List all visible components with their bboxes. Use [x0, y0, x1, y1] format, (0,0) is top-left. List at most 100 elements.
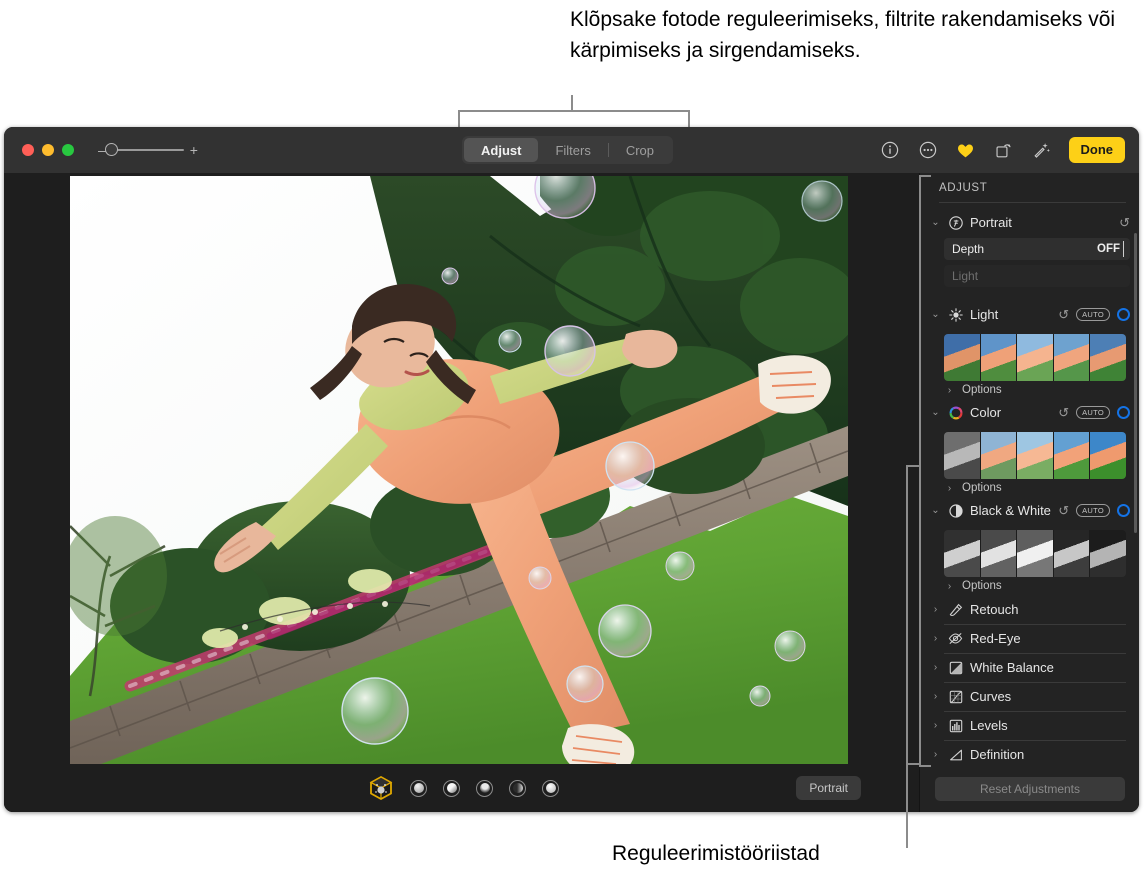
info-icon[interactable] [879, 139, 901, 161]
black-white-revert-icon[interactable]: ↺ [1058, 503, 1069, 519]
black-white-auto-button[interactable]: AUTO [1076, 503, 1110, 518]
sidebar-scrollbar[interactable] [1134, 233, 1137, 533]
portrait-depth-field[interactable]: Depth OFF [944, 238, 1130, 260]
zoom-button[interactable] [62, 144, 74, 156]
black-white-thumbnail[interactable] [979, 530, 1017, 577]
tool-label-curves: Curves [970, 689, 1012, 704]
color-enabled-toggle[interactable] [1117, 406, 1130, 419]
tool-label-retouch: Retouch [970, 602, 1019, 617]
stage-light-effect-button[interactable] [476, 779, 493, 797]
photos-editor-window: – + Adjust Filters Crop Done Portrait AD… [4, 127, 1139, 812]
zoom-slider-knob[interactable] [104, 143, 118, 156]
light-thumbnail[interactable] [944, 334, 980, 381]
chevron-down-icon[interactable]: ⌄ [930, 217, 941, 228]
black-white-thumbnail[interactable] [944, 530, 980, 577]
black-white-thumbnail-strip[interactable] [944, 530, 1126, 577]
studio-light-effect-button[interactable] [410, 779, 427, 797]
light-thumbnail[interactable] [1089, 334, 1126, 381]
tool-row-red-eye[interactable]: › Red-Eye [920, 624, 1139, 653]
chevron-right-icon[interactable]: › [930, 691, 941, 702]
tab-crop[interactable]: Crop [609, 138, 671, 162]
color-thumbnail-strip[interactable] [944, 432, 1126, 479]
tool-row-levels[interactable]: › Levels [920, 711, 1139, 740]
portrait-icon [948, 215, 963, 230]
auto-enhance-icon[interactable] [1031, 139, 1053, 161]
tab-filters[interactable]: Filters [538, 138, 607, 162]
light-thumbnail[interactable] [1016, 334, 1053, 381]
chevron-right-icon[interactable]: › [944, 483, 955, 494]
chevron-right-icon[interactable]: › [944, 385, 955, 396]
section-black-and-white[interactable]: ⌄ Black & White ↺ AUTO [920, 497, 1139, 524]
black-white-thumbnail[interactable] [1089, 530, 1126, 577]
portrait-depth-slider-handle[interactable] [1123, 241, 1124, 257]
light-revert-icon[interactable]: ↺ [1058, 307, 1069, 323]
light-thumbnail[interactable] [979, 334, 1017, 381]
section-color[interactable]: ⌄ Color ↺ AUTO [920, 399, 1139, 426]
light-thumbnail[interactable] [1052, 334, 1090, 381]
portrait-badge[interactable]: Portrait [796, 776, 861, 800]
editor-mode-segmented-control[interactable]: Adjust Filters Crop [462, 136, 674, 164]
tool-label-white-balance: White Balance [970, 660, 1054, 675]
portrait-light-field[interactable]: Light [944, 265, 1130, 287]
black-white-thumbnail[interactable] [1052, 530, 1090, 577]
color-thumbnail[interactable] [1016, 432, 1053, 479]
light-actions: ↺ AUTO [1058, 307, 1130, 323]
natural-light-effect-button[interactable] [368, 775, 394, 801]
adjust-sidebar: ADJUST ⌄ Portrait ↺ Depth OFF Light ⌄ Li… [919, 173, 1139, 812]
tool-row-curves[interactable]: › Curves [920, 682, 1139, 711]
contour-light-effect-button[interactable] [443, 779, 460, 797]
zoom-in-icon[interactable]: + [190, 143, 198, 157]
favorite-heart-icon[interactable] [955, 139, 977, 161]
light-auto-button[interactable]: AUTO [1076, 307, 1110, 322]
black-white-thumbnail[interactable] [1016, 530, 1053, 577]
portrait-lighting-effects[interactable] [368, 775, 559, 801]
edited-photo[interactable] [70, 176, 848, 764]
black-white-enabled-toggle[interactable] [1117, 504, 1130, 517]
black-white-options-row[interactable]: › Options [920, 577, 1139, 595]
chevron-right-icon[interactable]: › [930, 604, 941, 615]
tab-adjust[interactable]: Adjust [464, 138, 539, 162]
tool-row-definition[interactable]: › Definition [920, 740, 1139, 765]
section-portrait[interactable]: ⌄ Portrait ↺ [920, 209, 1139, 236]
portrait-revert-icon[interactable]: ↺ [1119, 215, 1130, 231]
zoom-slider-track[interactable] [104, 143, 184, 156]
light-thumbnail-strip[interactable] [944, 334, 1126, 381]
tool-row-retouch[interactable]: › Retouch [920, 595, 1139, 624]
color-thumbnail[interactable] [979, 432, 1017, 479]
zoom-slider-control[interactable]: – + [98, 143, 198, 157]
chevron-right-icon[interactable]: › [930, 662, 941, 673]
panel-title-divider [939, 202, 1126, 203]
color-revert-icon[interactable]: ↺ [1058, 405, 1069, 421]
color-thumbnail[interactable] [1089, 432, 1126, 479]
color-thumbnail[interactable] [1052, 432, 1090, 479]
chevron-right-icon[interactable]: › [944, 581, 955, 592]
chevron-right-icon[interactable]: › [930, 720, 941, 731]
editor-body: Portrait ADJUST ⌄ Portrait ↺ Depth OFF L… [4, 173, 1139, 812]
chevron-right-icon[interactable]: › [930, 749, 941, 760]
color-options-row[interactable]: › Options [920, 479, 1139, 497]
close-button[interactable] [22, 144, 34, 156]
chevron-down-icon[interactable]: ⌄ [930, 505, 941, 516]
reset-adjustments-button[interactable]: Reset Adjustments [935, 776, 1125, 801]
panel-title: ADJUST [939, 182, 988, 194]
color-auto-button[interactable]: AUTO [1076, 405, 1110, 420]
minimize-button[interactable] [42, 144, 54, 156]
stage-light-mono-effect-button[interactable] [509, 779, 526, 797]
light-options-label: Options [962, 384, 1002, 396]
done-button[interactable]: Done [1068, 137, 1125, 163]
adjust-sidebar-scroll: ADJUST ⌄ Portrait ↺ Depth OFF Light ⌄ Li… [920, 173, 1139, 765]
callout-top-bracket-top [458, 110, 690, 112]
sidebar-callout-bracket-top [919, 175, 931, 177]
light-enabled-toggle[interactable] [1117, 308, 1130, 321]
more-options-icon[interactable] [917, 139, 939, 161]
section-light[interactable]: ⌄ Light ↺ AUTO [920, 301, 1139, 328]
chevron-down-icon[interactable]: ⌄ [930, 407, 941, 418]
high-key-light-mono-effect-button[interactable] [542, 779, 559, 797]
callout-bottom-bracket-top-arm [906, 465, 920, 467]
color-thumbnail[interactable] [944, 432, 980, 479]
light-options-row[interactable]: › Options [920, 381, 1139, 399]
chevron-down-icon[interactable]: ⌄ [930, 309, 941, 320]
tool-row-white-balance[interactable]: › White Balance [920, 653, 1139, 682]
chevron-right-icon[interactable]: › [930, 633, 941, 644]
rotate-icon[interactable] [993, 139, 1015, 161]
